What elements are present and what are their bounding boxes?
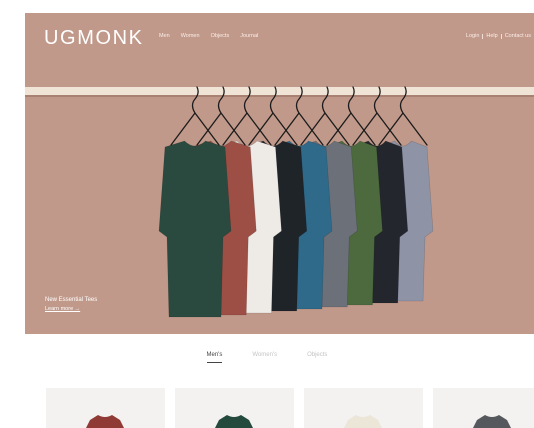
- tab-objects[interactable]: Objects: [307, 352, 327, 363]
- contact-link[interactable]: Contact us: [505, 33, 531, 39]
- product-card[interactable]: [304, 388, 423, 428]
- nav-divider: [482, 33, 484, 39]
- hero-title: New Essential Tees: [45, 297, 98, 303]
- nav-divider: [500, 33, 502, 39]
- main-nav: Men Women Objects Journal: [159, 33, 258, 39]
- tshirt-thumbnail: [215, 415, 253, 428]
- hero-banner: UGMONK Men Women Objects Journal Login H…: [25, 13, 534, 334]
- category-tabs: Men's Women's Objects: [0, 352, 534, 363]
- tab-womens[interactable]: Women's: [252, 352, 277, 363]
- help-link[interactable]: Help: [486, 33, 497, 39]
- hero-scene: [25, 13, 534, 334]
- nav-women[interactable]: Women: [181, 33, 200, 39]
- nav-objects[interactable]: Objects: [211, 33, 230, 39]
- tshirt-thumbnail: [473, 415, 511, 428]
- product-card[interactable]: [175, 388, 294, 428]
- hero-caption: New Essential Tees Learn more →: [45, 297, 97, 312]
- product-card[interactable]: [433, 388, 534, 428]
- hanging-tshirt: [158, 140, 232, 318]
- tshirt-thumbnail: [86, 415, 124, 428]
- hero-learn-more-link[interactable]: Learn more →: [45, 306, 97, 312]
- nav-men[interactable]: Men: [159, 33, 170, 39]
- product-card[interactable]: [46, 388, 165, 428]
- login-link[interactable]: Login: [466, 33, 479, 39]
- top-navigation: UGMONK Men Women Objects Journal Login H…: [25, 13, 534, 59]
- utility-nav: Login Help Contact us: [466, 33, 531, 39]
- nav-journal[interactable]: Journal: [240, 33, 258, 39]
- hanging-rod: [25, 87, 534, 96]
- tshirt-thumbnail: [344, 415, 382, 428]
- brand-logo[interactable]: UGMONK: [44, 27, 144, 50]
- tab-mens[interactable]: Men's: [206, 352, 223, 363]
